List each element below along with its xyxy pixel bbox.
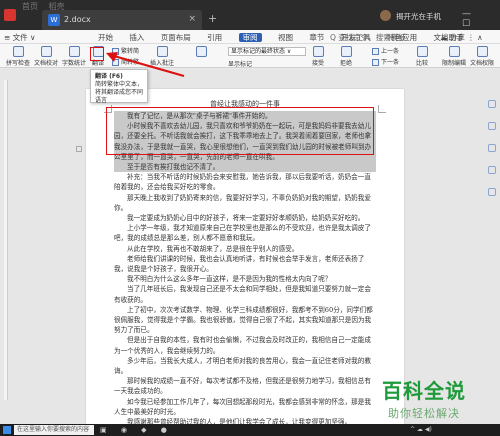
paragraph[interactable]: 但是出于自我的本性，我有时也会偷懒，不过我会及时改正的，我相信自己一定能成为一个… [114,335,376,355]
paragraph[interactable]: 我不明白为什么这么多年一直这样，是不是因为我的性格太内向了呢？ [114,274,376,284]
format-icon[interactable] [488,100,496,108]
lock-icon [448,46,460,57]
document-body[interactable]: 我有了记忆，是从那次"桌子与裤裙"事件开始的。 小时候我不喜欢去幼儿园，我只喜欢… [114,111,376,427]
tab-references[interactable]: 引用 [207,33,222,42]
user-name[interactable]: 揭开光在手机 [396,11,441,22]
new-tab-button[interactable]: + [208,12,217,25]
watermark-title: 百科全说 [382,379,466,403]
tab-layout[interactable]: 页面布局 [161,33,191,42]
compare-icon [416,46,428,57]
spell-check-button[interactable]: 拼写检查 [6,46,30,67]
tab-view[interactable]: 视图 [278,33,293,42]
tab-insert[interactable]: 插入 [129,33,144,42]
accept-icon [312,46,324,57]
command-search-input[interactable]: Q 查找命令、搜索模板 [330,32,406,43]
previous-icon [372,48,379,55]
watermark-logo: 百科全说 助你轻松解决 [382,375,500,427]
document-tab-title: 2.docx [64,15,91,24]
start-icon[interactable] [3,426,11,434]
document-tab[interactable]: W 2.docx × [42,10,202,30]
style-icon[interactable] [488,122,496,130]
paragraph[interactable]: 上了初中，次次考试数学、物理、化学三科成绩都很好，我都考不到60分，同学们都很佩… [114,305,376,336]
ribbon-toolbar: 拼写检查 文档校对 字数统计 翻译 繁转简 简转繁 插入批注 显示标记的最终状态… [0,44,500,68]
previous-change-button[interactable]: 上一条 [372,46,399,55]
paragraph[interactable]: 当了几年班长后，我发现自己还是不太会和同学相处，但是我知道只要努力就一定会有收获… [114,284,376,304]
paragraph[interactable]: 从此在学校，我再也不敢胡来了，总是很在乎别人的感受。 [114,244,376,254]
paragraph[interactable]: 我一定要成为奶奶心目中的好孩子，将来一定要好好孝顺奶奶，给奶奶买好吃的。 [114,213,376,223]
paragraph[interactable]: 上小学一年级，我才知道原来自己在学校里也是那么的不受欢迎，也许是我太调皮了吧，我… [114,223,376,243]
paragraph[interactable]: 补充：当我不听话的时候奶奶会来安慰我，她告诉我，那以后我要听话，奶奶会一直陪着我… [114,172,376,192]
file-menu[interactable]: ≡ 文件 ∨ [4,32,36,43]
track-changes-icon [196,46,207,57]
compare-button[interactable]: 比较 [416,46,428,67]
paragraph[interactable]: 如今我已经参加工作几年了，每次回想起那段时光，我都会感到非常的怀念，那是我人生中… [114,397,376,417]
system-tray[interactable]: ^ ☁ ◀) [410,426,432,433]
ribbon-tabs: 开始 插入 页面布局 引用 审阅 视图 章节 开发工具 特色应用 文档助手 [98,32,478,43]
windows-taskbar: 在这里输入你要搜索的内容 ▣ ◉ ◆ ● ^ ☁ ◀) [0,424,500,436]
menu-home[interactable]: 首页 [22,2,38,11]
selected-paragraph[interactable]: 至于是否有挨打我也记不清了。 [114,162,376,173]
shape-icon[interactable] [488,166,496,174]
reject-icon [340,46,352,57]
next-change-button[interactable]: 下一条 [372,57,399,66]
limit-edit-button[interactable]: 限制编辑 [442,46,466,67]
wps-logo-icon[interactable] [4,9,16,21]
title-bar: 首页 稻壳 W 2.docx × + 揭开光在手机 — ☐ ✕ [0,0,500,39]
paragraph[interactable]: 老师给我们讲课的时候，我也会认真地听讲，有时候也会举手发言，老师还表扬了我，说我… [114,254,376,274]
right-side-toolbar [486,100,498,280]
selection-highlight-box [106,107,374,155]
paragraph[interactable]: 多少年后，当我长大成人，才明白老师对我的良苦用心，我会一直记住老师对我的教诲。 [114,356,376,376]
paragraph[interactable]: 那时候我的成绩一直不好，每次考试都不及格，但我还是很努力地学习，我相信总有一天我… [114,376,376,396]
doc-permission-button[interactable]: 文档权限 [470,46,494,67]
avatar[interactable] [380,10,391,21]
select-icon[interactable] [488,144,496,152]
vertical-ruler [4,80,8,400]
tab-home[interactable]: 开始 [98,33,113,42]
markup-display-select[interactable]: 显示标记的最终状态 ∨ [228,47,306,56]
tab-sections[interactable]: 章节 [309,33,324,42]
watermark-subtitle: 助你轻松解决 [388,407,460,420]
spell-check-icon [12,46,24,57]
taskbar-search-input[interactable]: 在这里输入你要搜索的内容 [14,425,94,435]
reject-button[interactable]: 拒绝 [340,46,352,67]
word-doc-icon: W [48,14,60,26]
tooltip-body: 简转繁体中文本，将其翻译成您不同语言 [95,81,144,104]
proof-icon [40,46,52,57]
translate-tooltip: 翻译 (F6) 简转繁体中文本，将其翻译成您不同语言 [90,69,148,104]
paragraph-marker-icon[interactable] [76,146,82,152]
close-tab-icon[interactable]: × [188,14,196,24]
tab-review[interactable]: 审阅 [238,33,262,42]
word-count-icon [68,46,80,57]
accept-button[interactable]: 接受 [312,46,324,67]
doc-proof-button[interactable]: 文档校对 [34,46,58,67]
next-icon [372,59,379,66]
track-changes-button[interactable] [196,46,207,58]
taskbar-apps[interactable]: ▣ ◉ ◆ ● [100,426,173,434]
menu-bar: ≡ 文件 ∨ 开始 插入 页面布局 引用 审阅 视图 章节 开发工具 特色应用 … [0,30,500,44]
word-count-button[interactable]: 字数统计 [62,46,86,67]
paragraph[interactable]: 那天晚上我收到了奶奶寄来的信，我要好好学习，不辜负奶奶对我的期望，奶奶我爱你。 [114,193,376,213]
show-markup-button[interactable]: 显示标记 [228,59,252,68]
share-button[interactable]: ☁ 分享 ⋮ ∧ [440,32,483,43]
settings-icon[interactable] [488,188,496,196]
tooltip-title: 翻译 (F6) [95,73,123,80]
permission-icon [476,46,488,57]
